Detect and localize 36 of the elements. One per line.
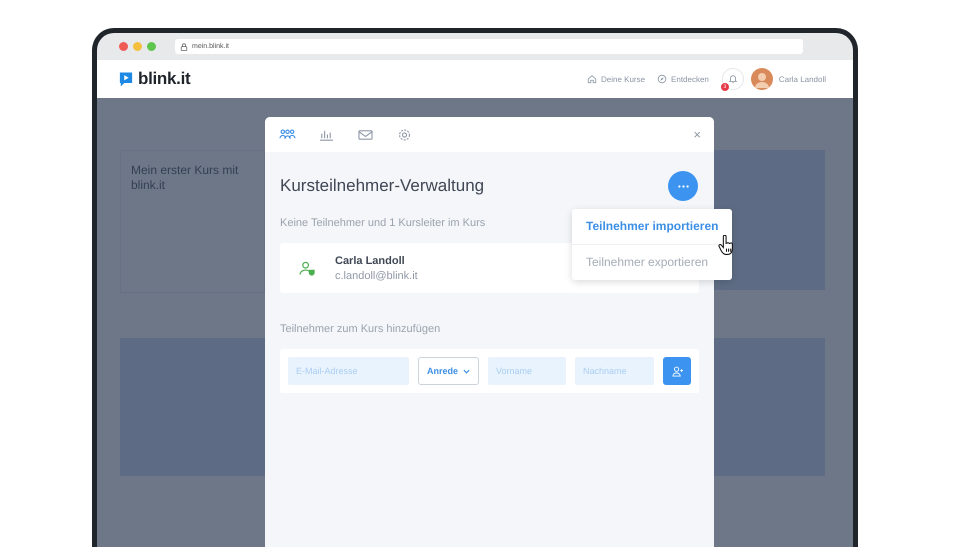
tab[interactable] — [279, 128, 296, 142]
close-button[interactable]: × — [693, 127, 701, 142]
teacher-icon — [299, 260, 316, 276]
last-name-field[interactable]: Nachname — [575, 357, 654, 385]
more-icon — [678, 184, 688, 188]
tab[interactable] — [357, 128, 374, 142]
bell-icon — [728, 74, 738, 84]
chevron-down-icon — [463, 368, 470, 374]
people-icon — [279, 128, 296, 142]
summary-text: Keine Teilnehmer und 1 Kursleiter im Kurs — [280, 217, 486, 229]
user-name[interactable]: Carla Landoll — [778, 74, 826, 84]
section-label: Teilnehmer zum Kurs hinzufügen — [280, 323, 442, 335]
settings-icon — [396, 128, 413, 142]
menu-item[interactable]: Teilnehmer exportieren — [572, 245, 732, 280]
add-user-button[interactable] — [663, 357, 691, 385]
course-title: Mein erster Kurs mit blink.it — [131, 163, 240, 193]
tab[interactable] — [396, 128, 413, 142]
compass-icon — [657, 74, 668, 84]
member-email: c.landoll@blink.it — [335, 270, 418, 282]
salutation-dropdown[interactable]: Anrede — [418, 357, 479, 385]
add-user-icon — [672, 366, 682, 376]
lock-icon — [180, 42, 188, 50]
nav-link[interactable]: Deine Kurse — [587, 74, 646, 84]
nav-link[interactable]: Entdecken — [657, 74, 709, 84]
dialog-title: Kursteilnehmer-Verwaltung — [280, 176, 484, 196]
logo-icon — [119, 70, 133, 88]
logo-text[interactable]: blink.it — [138, 69, 190, 89]
avatar[interactable] — [750, 68, 773, 90]
first-name-field[interactable]: Vorname — [488, 357, 566, 385]
member-name: Carla Landoll — [335, 254, 406, 266]
email-field[interactable]: E-Mail-Adresse — [288, 357, 409, 385]
home-icon — [587, 74, 598, 84]
close-window-button[interactable] — [119, 42, 128, 51]
maximize-window-button[interactable] — [147, 42, 156, 51]
mail-icon — [357, 128, 374, 142]
more-button[interactable] — [668, 171, 698, 201]
